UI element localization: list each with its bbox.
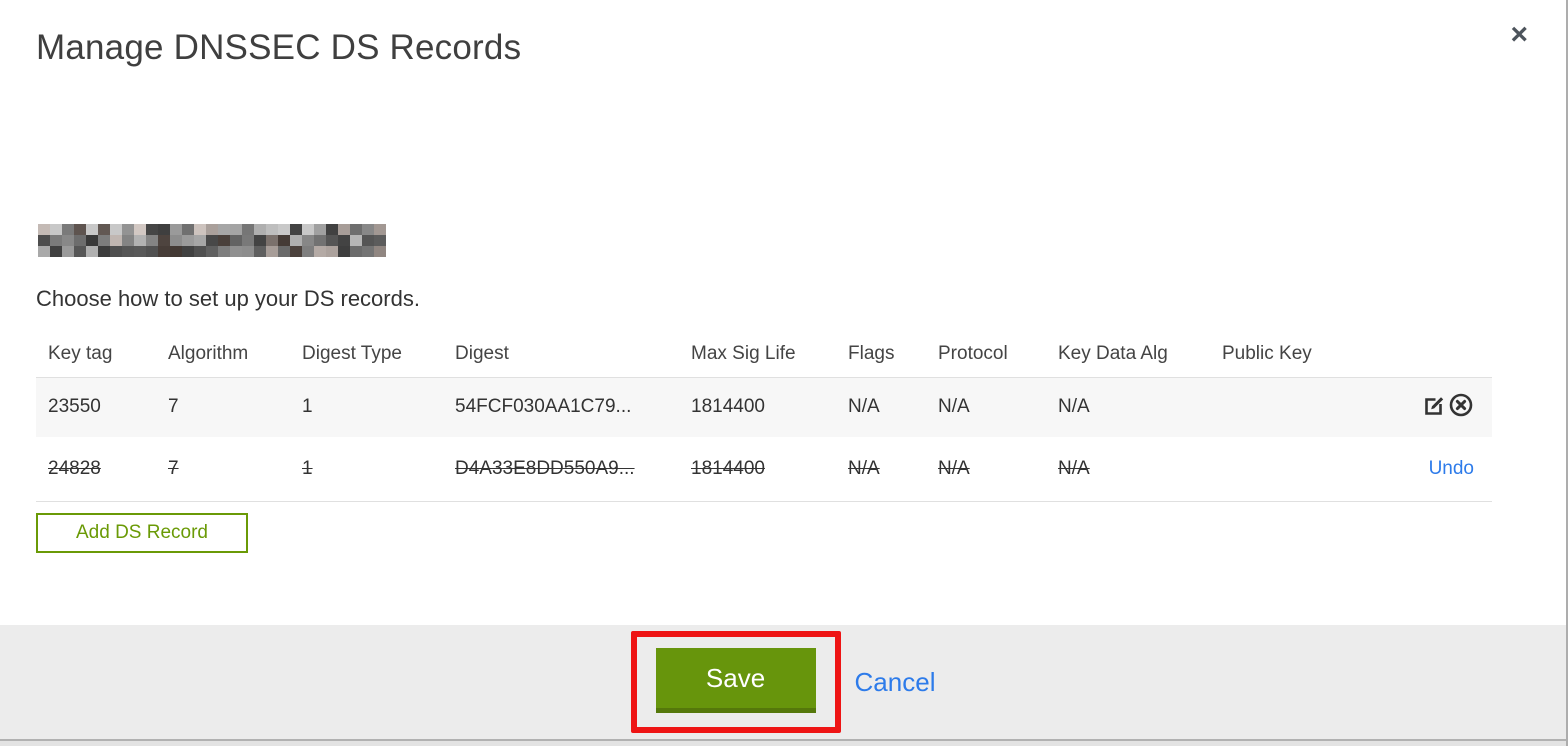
col-header-key-tag: Key tag (48, 343, 113, 365)
cell-public-key (1210, 437, 1332, 502)
cell-public-key (1210, 376, 1332, 437)
cancel-link[interactable]: Cancel (855, 667, 936, 698)
modal-footer: Save Cancel (0, 625, 1566, 741)
col-header-digest: Digest (455, 343, 509, 365)
cell-key-tag: 23550 (36, 376, 156, 437)
bottom-edge-strip (0, 741, 1566, 746)
red-annotation-box: Save (630, 631, 841, 733)
cell-flags: N/A (836, 376, 926, 437)
page-title: Manage DNSSEC DS Records (36, 28, 522, 67)
ds-records-table: Key tag Algorithm Digest Type Digest Max… (36, 332, 1492, 502)
cell-key-data-alg: N/A (1046, 437, 1210, 502)
cell-algorithm: 7 (156, 437, 290, 502)
cell-algorithm: 7 (156, 376, 290, 437)
cell-digest: D4A33E8DD550A9... (443, 437, 679, 502)
col-header-actions (1332, 332, 1492, 377)
col-header-algorithm: Algorithm (168, 343, 249, 365)
table-row-deleted: 24828 7 1 D4A33E8DD550A9... 1814400 N/A … (36, 437, 1492, 502)
cell-actions (1332, 376, 1492, 437)
col-header-max-sig-life: Max Sig Life (691, 343, 796, 365)
col-header-protocol: Protocol (938, 343, 1008, 365)
cell-key-tag: 24828 (36, 437, 156, 502)
cell-digest: 54FCF030AA1C79... (443, 376, 679, 437)
table-header-row: Key tag Algorithm Digest Type Digest Max… (36, 332, 1492, 377)
cell-digest-type: 1 (290, 437, 443, 502)
cell-max-sig-life: 1814400 (679, 376, 836, 437)
col-header-flags: Flags (848, 343, 895, 365)
redacted-domain-name (38, 224, 386, 257)
cell-key-data-alg: N/A (1046, 376, 1210, 437)
cell-digest-type: 1 (290, 376, 443, 437)
cell-max-sig-life: 1814400 (679, 437, 836, 502)
cell-flags: N/A (836, 437, 926, 502)
save-button[interactable]: Save (655, 648, 816, 713)
edit-icon[interactable] (1422, 393, 1446, 417)
delete-icon[interactable] (1448, 392, 1474, 418)
col-header-digest-type: Digest Type (302, 343, 402, 365)
close-icon[interactable]: × (1510, 20, 1528, 50)
cell-actions: Undo (1332, 437, 1492, 502)
add-ds-record-button[interactable]: Add DS Record (36, 513, 248, 553)
col-header-key-data-alg: Key Data Alg (1058, 343, 1168, 365)
cell-protocol: N/A (926, 376, 1046, 437)
intro-text: Choose how to set up your DS records. (36, 286, 420, 311)
table-row: 23550 7 1 54FCF030AA1C79... 1814400 N/A … (36, 376, 1492, 437)
cell-protocol: N/A (926, 437, 1046, 502)
undo-link[interactable]: Undo (1429, 458, 1474, 479)
col-header-public-key: Public Key (1222, 343, 1312, 365)
manage-dnssec-modal: × Manage DNSSEC DS Records Choose how to… (0, 0, 1568, 746)
